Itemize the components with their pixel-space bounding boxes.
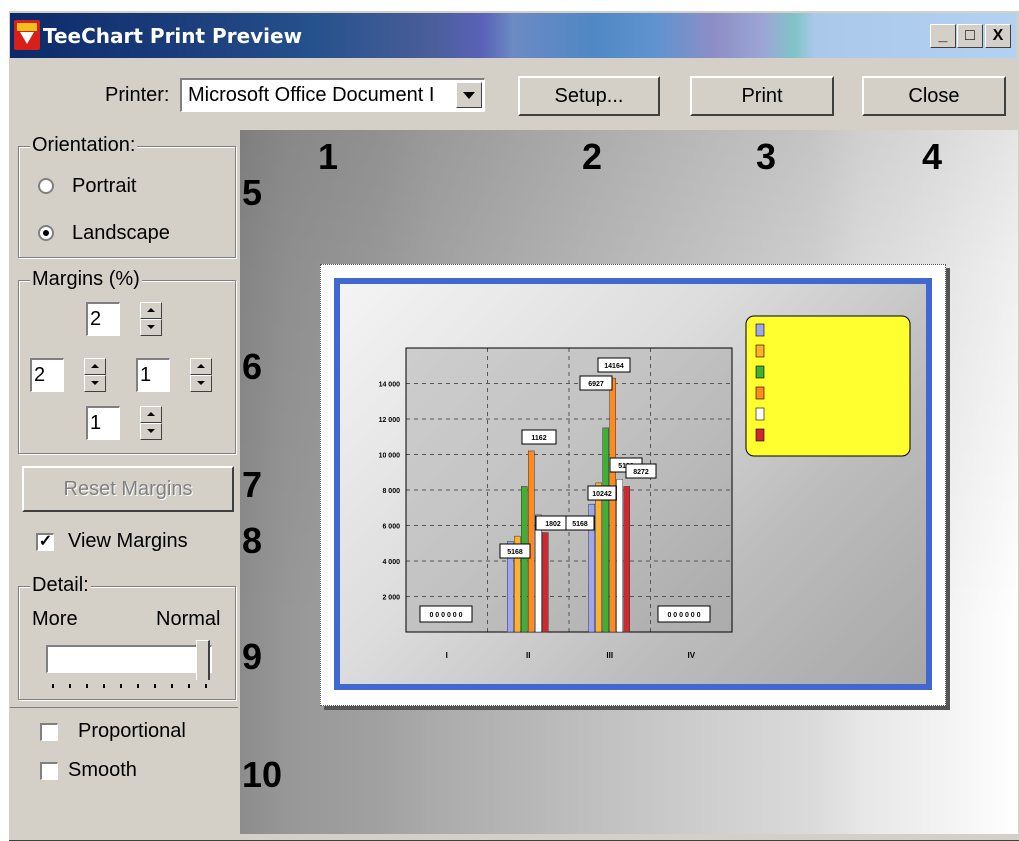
proportional-label[interactable]: Proportional xyxy=(78,720,186,743)
callout-5: 5 xyxy=(242,172,263,213)
smooth-label[interactable]: Smooth xyxy=(68,759,137,782)
y-tick-label: 14 000 xyxy=(379,382,401,389)
legend-swatch xyxy=(755,365,765,379)
orientation-label: Orientation: xyxy=(30,134,138,157)
margins-label: Margins (%) xyxy=(30,268,142,291)
print-button[interactable]: Print xyxy=(690,76,834,116)
view-margins-checkbox[interactable]: ✓ xyxy=(36,533,54,551)
bar-label: 5168 xyxy=(572,521,588,528)
plot-area xyxy=(405,347,733,633)
bar-label: 8272 xyxy=(633,469,649,476)
margin-bottom-input[interactable]: 1 xyxy=(86,406,120,440)
close-button[interactable]: Close xyxy=(862,76,1006,116)
bar xyxy=(616,479,623,633)
bar xyxy=(602,427,609,633)
reset-margins-button[interactable]: Reset Margins xyxy=(22,466,234,512)
callout-7: 7 xyxy=(242,464,263,505)
view-margins-label[interactable]: View Margins xyxy=(68,530,188,553)
detail-slider-thumb[interactable] xyxy=(196,640,210,680)
detail-normal-label: Normal xyxy=(156,608,221,630)
bar xyxy=(528,450,535,633)
bar-label: 10242 xyxy=(592,491,612,498)
window-title: TeeChart Print Preview xyxy=(43,24,303,48)
legend-swatch xyxy=(755,407,765,421)
bar xyxy=(535,514,542,633)
margin-bottom-spinner[interactable] xyxy=(140,406,162,440)
bar-label: 1162 xyxy=(531,435,546,442)
bar xyxy=(595,482,602,633)
bar xyxy=(542,532,549,633)
margin-top-spinner[interactable] xyxy=(140,302,162,336)
x-tick-label: II xyxy=(526,651,530,660)
margin-top-input[interactable]: 2 xyxy=(86,302,120,336)
y-tick-label: 6 000 xyxy=(382,524,400,531)
callout-3: 3 xyxy=(756,136,777,177)
margin-left-input[interactable]: 2 xyxy=(30,358,64,392)
legend-swatch xyxy=(755,386,765,400)
portrait-radio[interactable] xyxy=(38,178,54,194)
legend-swatch xyxy=(755,323,765,337)
close-window-button[interactable]: X xyxy=(985,24,1011,48)
callout-9: 9 xyxy=(242,636,263,677)
detail-slider-track[interactable] xyxy=(46,645,212,673)
x-tick-label: III xyxy=(606,651,613,660)
maximize-button[interactable]: □ xyxy=(957,24,983,48)
printer-select[interactable]: Microsoft Office Document I xyxy=(180,78,485,112)
y-tick-label: 2 000 xyxy=(382,595,400,602)
smooth-checkbox[interactable] xyxy=(40,762,58,780)
margin-right-spinner[interactable] xyxy=(190,358,212,392)
x-tick-label: I xyxy=(446,651,448,660)
chart: 2 000 4 000 6 000 8 000 10 000 12 000 14 000 I… xyxy=(379,315,911,660)
y-tick-label: 10 000 xyxy=(379,453,401,460)
detail-more-label: More xyxy=(32,608,78,630)
landscape-radio[interactable] xyxy=(38,225,54,241)
landscape-label[interactable]: Landscape xyxy=(72,222,170,245)
bar-label: 1802 xyxy=(545,521,561,528)
category-label: 0 0 0 0 0 0 xyxy=(667,612,700,619)
y-tick-label: 12 000 xyxy=(379,417,401,424)
margin-right-input[interactable]: 1 xyxy=(136,358,170,392)
y-tick-label: 8 000 xyxy=(382,488,400,495)
callout-10: 10 xyxy=(242,754,283,795)
y-tick-label: 4 000 xyxy=(382,559,400,566)
printer-select-value: Microsoft Office Document I xyxy=(188,84,435,106)
minimize-button[interactable]: _ xyxy=(930,24,956,48)
callout-8: 8 xyxy=(242,520,263,561)
detail-slider-ticks xyxy=(52,684,208,688)
bar xyxy=(609,377,616,633)
divider xyxy=(10,707,238,708)
bar xyxy=(521,486,528,633)
category-label: 0 0 0 0 0 0 xyxy=(429,612,462,619)
bar-label: 6927 xyxy=(588,381,604,388)
callout-6: 6 xyxy=(242,346,263,387)
legend-swatch xyxy=(755,344,765,358)
x-tick-label: IV xyxy=(687,651,695,660)
legend-swatch xyxy=(755,428,765,442)
portrait-label[interactable]: Portrait xyxy=(72,175,136,198)
setup-button[interactable]: Setup... xyxy=(518,76,660,116)
margin-left-spinner[interactable] xyxy=(84,358,106,392)
bar-label: 14164 xyxy=(604,363,624,370)
bar-label: 5168 xyxy=(507,549,523,556)
chevron-down-icon[interactable] xyxy=(456,82,482,108)
callout-4: 4 xyxy=(922,136,943,177)
detail-label: Detail: xyxy=(30,574,91,597)
title-bar[interactable]: TeeChart Print Preview _ □ X xyxy=(10,13,1016,58)
bar xyxy=(623,486,630,633)
callout-1: 1 xyxy=(318,136,339,177)
proportional-checkbox[interactable] xyxy=(40,723,58,741)
chart-legend xyxy=(745,315,911,457)
callout-2: 2 xyxy=(582,136,603,177)
teechart-app-icon xyxy=(14,20,40,50)
printer-label: Printer: xyxy=(105,84,170,106)
